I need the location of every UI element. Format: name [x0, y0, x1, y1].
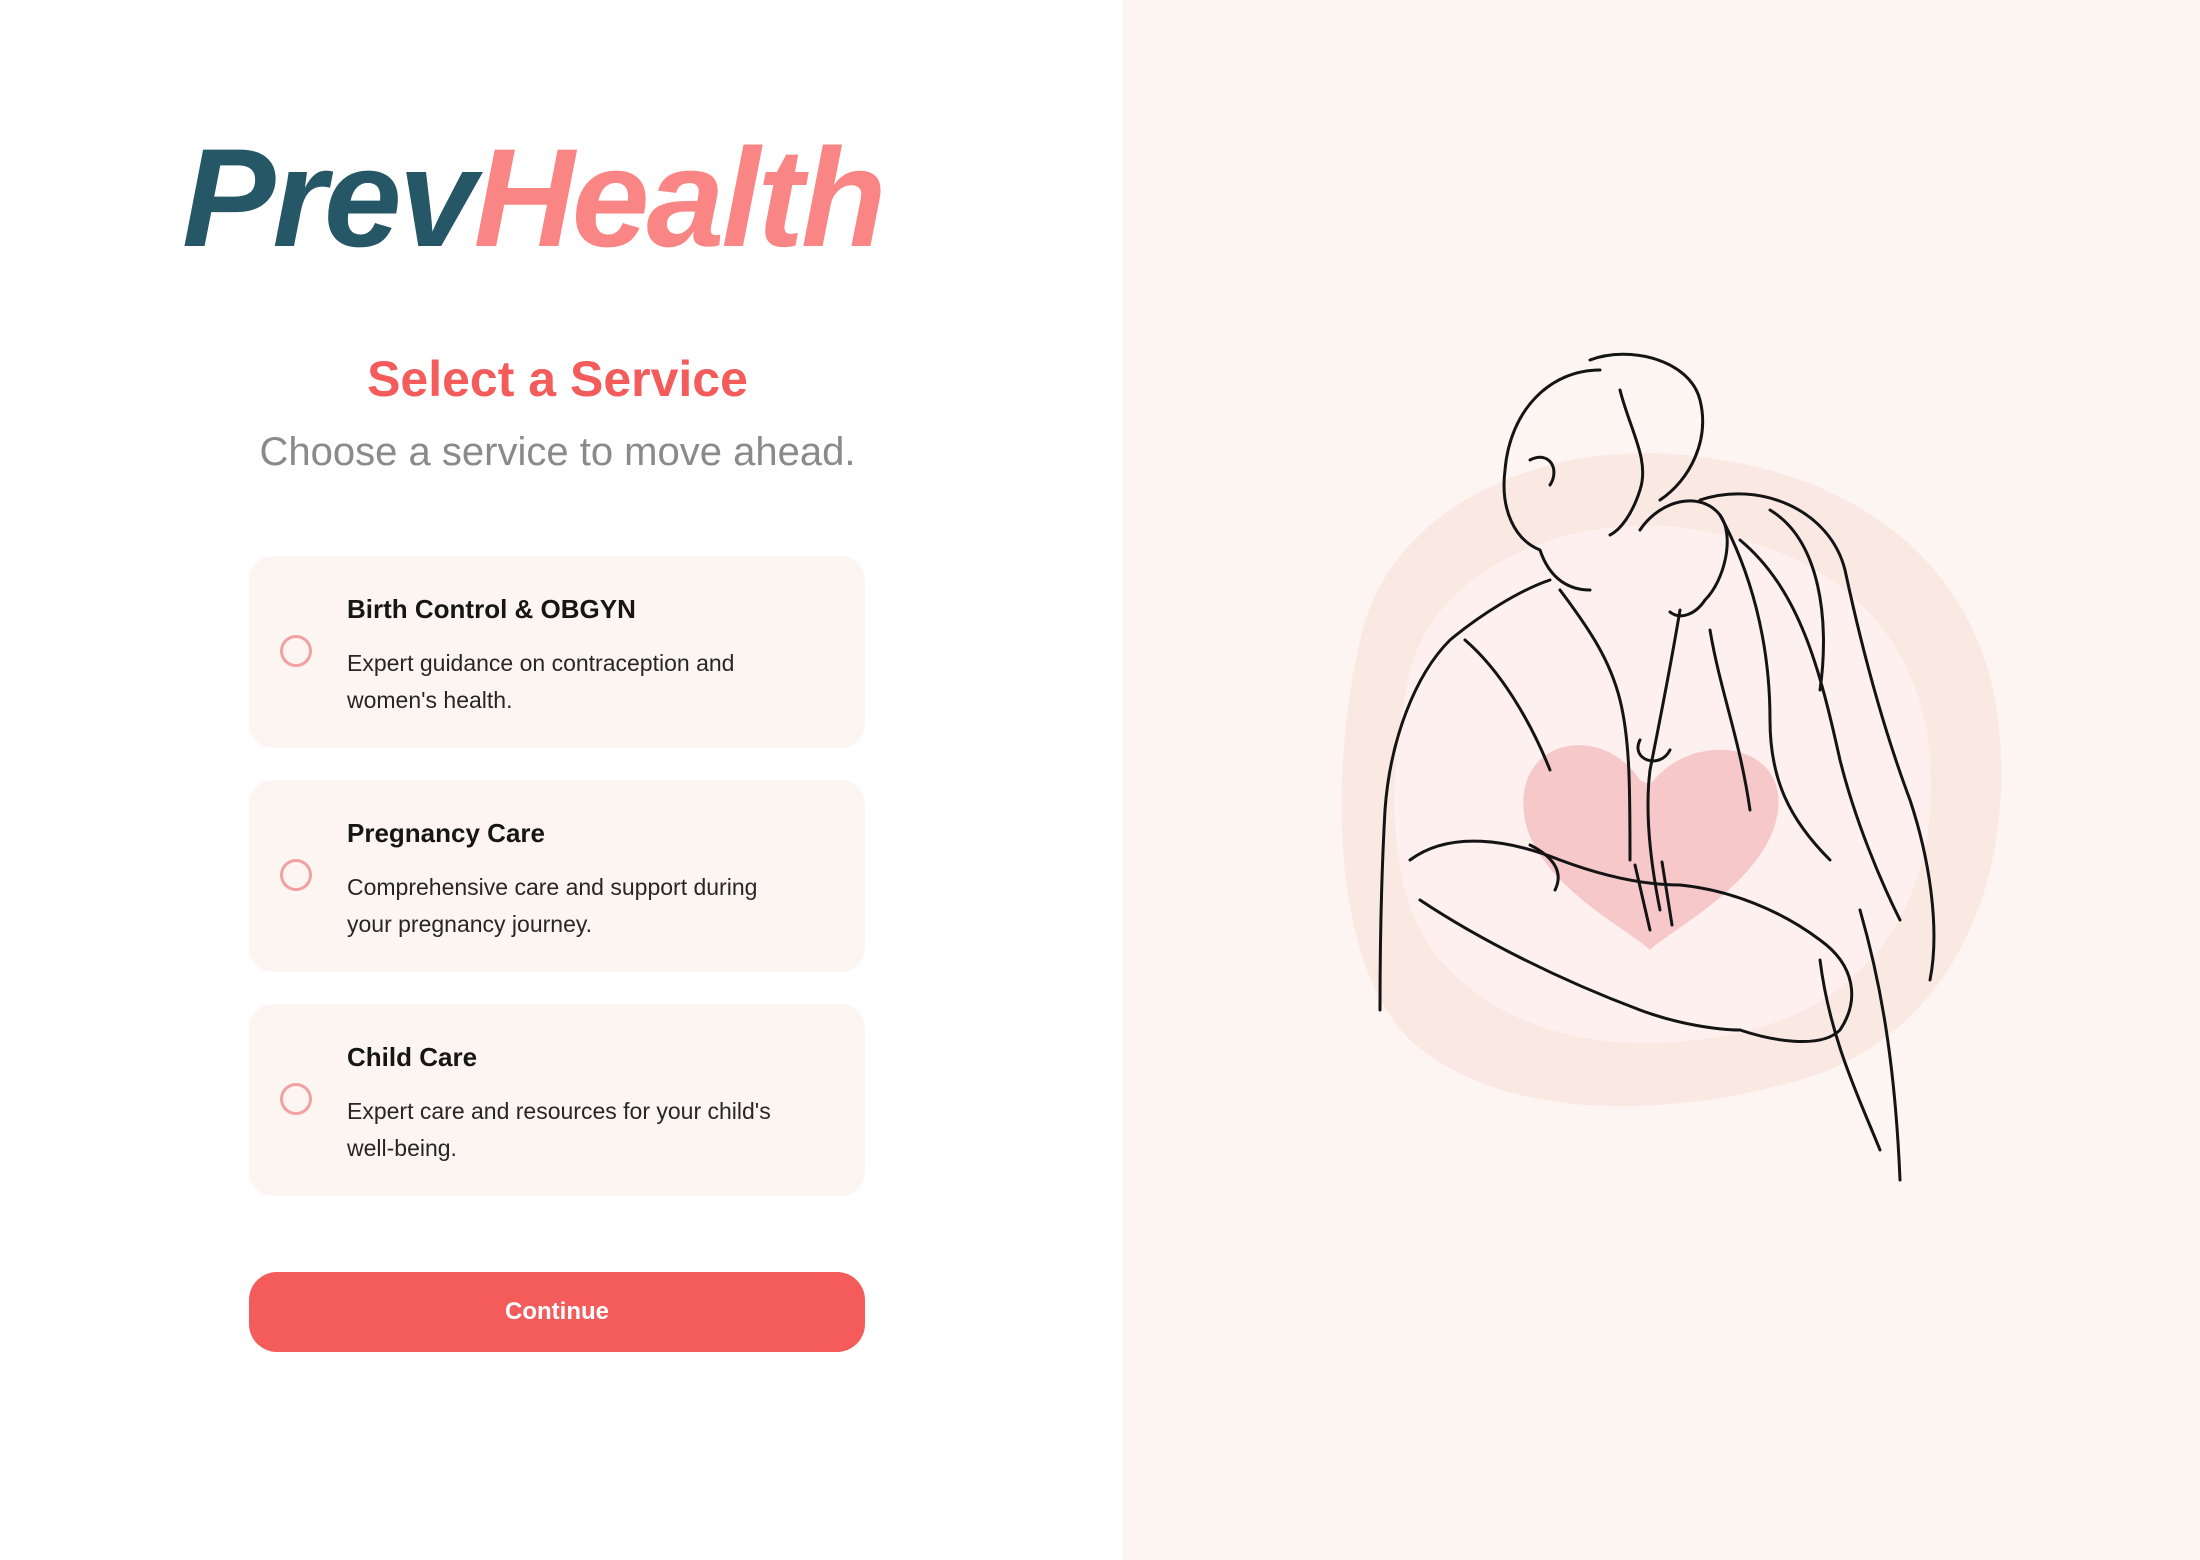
- service-option-child-care[interactable]: Child Care Expert care and resources for…: [249, 1004, 865, 1196]
- service-title: Birth Control & OBGYN: [347, 594, 636, 624]
- brand-logo: PrevHealth: [182, 128, 886, 268]
- couple-line-art-icon: [1341, 352, 2002, 1182]
- service-description-line: your pregnancy journey.: [347, 911, 593, 937]
- service-description-line: women's health.: [347, 687, 513, 713]
- service-option-birth-control[interactable]: Birth Control & OBGYN Expert guidance on…: [249, 556, 865, 748]
- service-description: Expert guidance on contraception and wom…: [347, 645, 847, 719]
- service-description-line: Expert guidance on contraception and: [347, 650, 735, 676]
- service-description-line: Comprehensive care and support during: [347, 874, 758, 900]
- service-list: Birth Control & OBGYN Expert guidance on…: [249, 556, 865, 1228]
- page-subtitle: Choose a service to move ahead.: [259, 430, 856, 474]
- service-title: Child Care: [347, 1042, 478, 1072]
- service-description-line: Expert care and resources for your child…: [347, 1098, 771, 1124]
- continue-button[interactable]: Continue: [249, 1272, 865, 1352]
- radio-button[interactable]: [280, 859, 312, 891]
- service-title: Pregnancy Care: [347, 818, 545, 848]
- brand-logo-health: Health: [473, 119, 887, 276]
- service-description: Expert care and resources for your child…: [347, 1093, 847, 1167]
- brand-logo-prev: Prev: [182, 119, 477, 276]
- service-description: Comprehensive care and support during yo…: [347, 869, 847, 943]
- radio-button[interactable]: [280, 635, 312, 667]
- page-title: Select a Service: [367, 351, 748, 407]
- radio-button[interactable]: [280, 1083, 312, 1115]
- service-description-line: well-being.: [347, 1135, 457, 1161]
- service-option-pregnancy-care[interactable]: Pregnancy Care Comprehensive care and su…: [249, 780, 865, 972]
